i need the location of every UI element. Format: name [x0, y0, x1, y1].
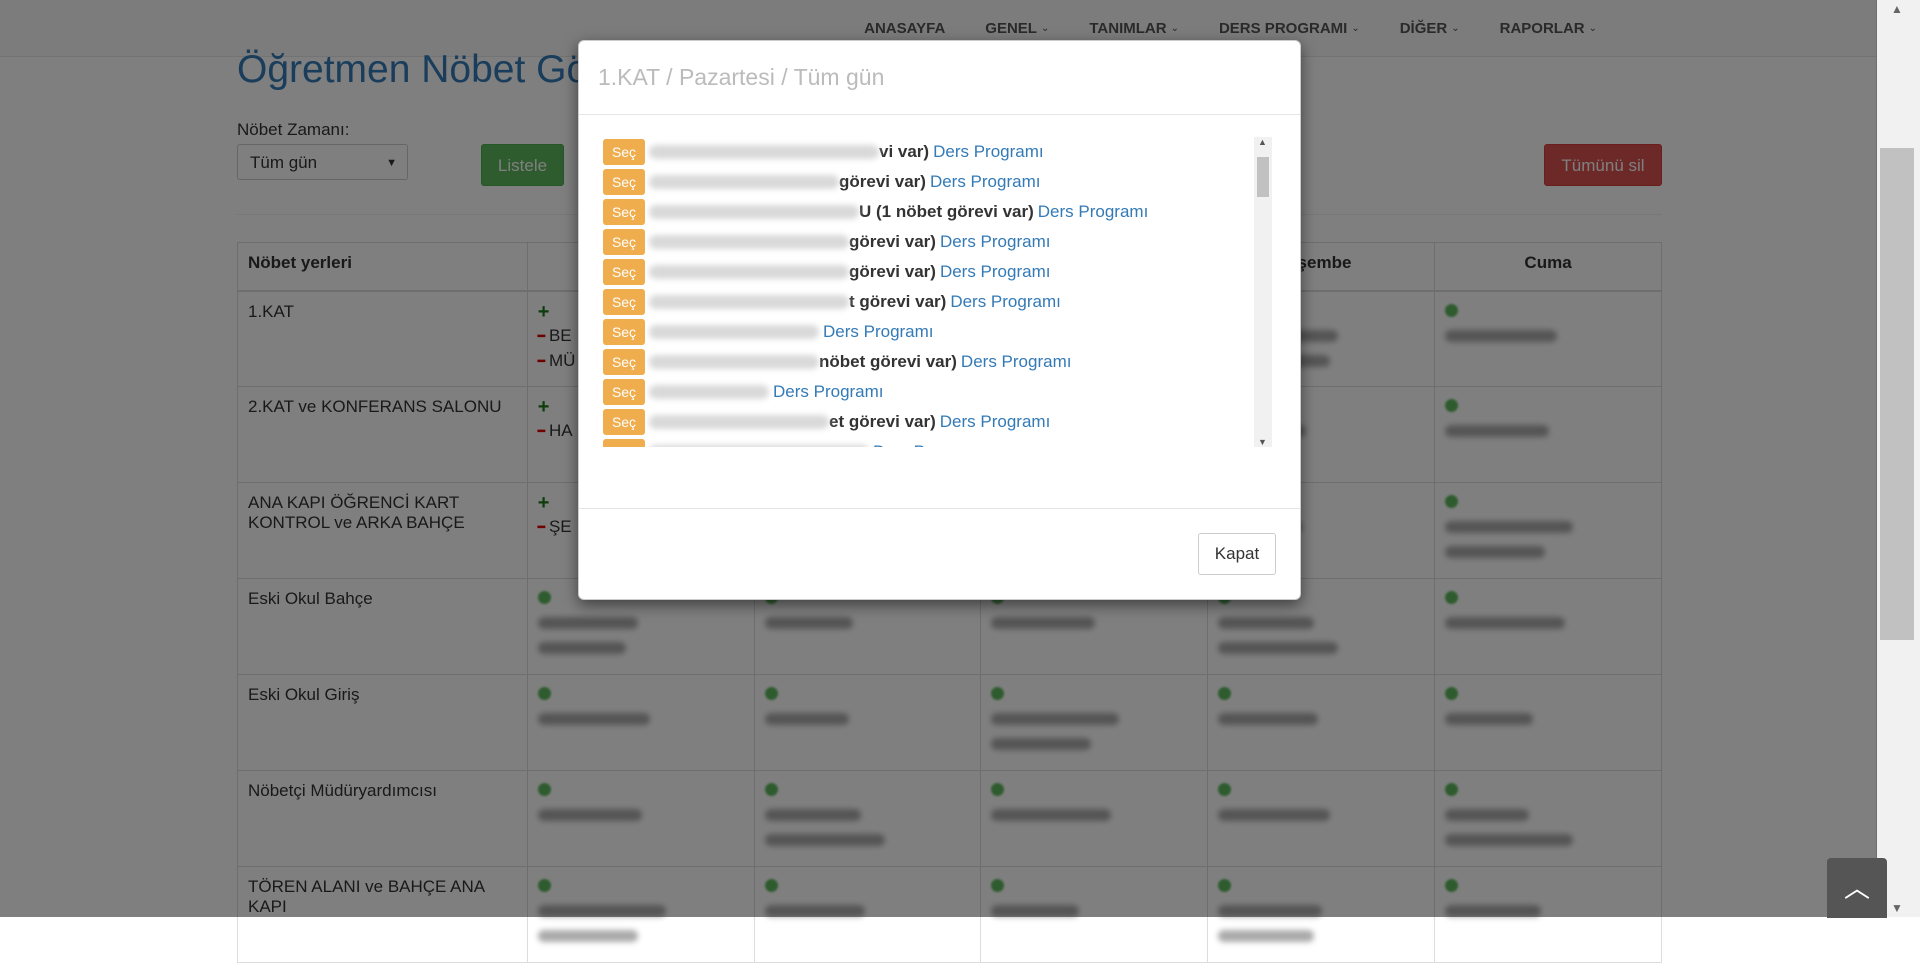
duty-count-text: görevi var) [849, 232, 936, 251]
list-scroll-up-icon[interactable]: ▲ [1258, 137, 1267, 147]
list-item: Seç Ders Programı [603, 377, 1254, 407]
ders-programi-link[interactable]: Ders Programı [773, 382, 884, 402]
select-teacher-button[interactable]: Seç [603, 409, 645, 435]
redacted-teacher-name [649, 235, 849, 249]
assigned-teacher [1218, 925, 1424, 947]
ders-programi-link[interactable]: Ders Programı [940, 262, 1051, 282]
duty-count-text: U (1 nöbet görevi var) [859, 202, 1034, 221]
list-item: Seç t görevi var) Ders Programı [603, 287, 1254, 317]
ders-programi-link[interactable]: Ders Programı [940, 232, 1051, 252]
list-scrollbar-thumb[interactable] [1257, 157, 1269, 197]
select-teacher-button[interactable]: Seç [603, 199, 645, 225]
modal-header: 1.KAT / Pazartesi / Tüm gün [579, 41, 1300, 115]
list-scrollbar[interactable]: ▲ ▼ [1254, 137, 1272, 447]
select-teacher-button[interactable]: Seç [603, 439, 645, 447]
redacted-teacher-name [649, 145, 879, 159]
teacher-select-modal: 1.KAT / Pazartesi / Tüm gün Seç vi var) De… [578, 40, 1301, 600]
list-item: Seç U (1 nöbet görevi var) Ders Programı [603, 197, 1254, 227]
list-item: Seç vi var) Ders Programı [603, 137, 1254, 167]
select-teacher-button[interactable]: Seç [603, 169, 645, 195]
modal-footer: Kapat [579, 509, 1300, 599]
duty-count-text: nöbet görevi var) [819, 352, 957, 371]
redacted-teacher-name [649, 295, 849, 309]
redacted-teacher-name [537, 930, 638, 942]
modal-body: Seç vi var) Ders Programı Seç görevi var) Der… [579, 115, 1300, 509]
ders-programi-link[interactable]: Ders Programı [823, 322, 934, 342]
scroll-to-top-button[interactable]: ︿ [1827, 858, 1887, 918]
page-scrollbar[interactable]: ▲ ▼ [1876, 0, 1920, 917]
duty-count-text: görevi var) [839, 172, 926, 191]
duty-count-text: görevi var) [849, 262, 936, 281]
duty-count-text: vi var) [879, 142, 930, 161]
list-item: Seç Ders Programı [603, 317, 1254, 347]
duty-count-text: et görevi var) [829, 412, 936, 431]
redacted-teacher-name [649, 205, 859, 219]
close-button[interactable]: Kapat [1198, 533, 1276, 575]
select-teacher-button[interactable]: Seç [603, 319, 645, 345]
select-teacher-button[interactable]: Seç [603, 259, 645, 285]
chevron-up-icon: ︿ [1843, 873, 1870, 903]
teacher-list[interactable]: Seç vi var) Ders Programı Seç görevi var) Der… [603, 137, 1254, 447]
redacted-teacher-name [649, 385, 769, 399]
select-teacher-button[interactable]: Seç [603, 139, 645, 165]
assigned-teacher [537, 925, 744, 947]
list-item: Seç görevi var) Ders Programı [603, 167, 1254, 197]
list-item: Seç görevi var) Ders Programı [603, 257, 1254, 287]
scroll-up-icon[interactable]: ▲ [1891, 2, 1903, 16]
select-teacher-button[interactable]: Seç [603, 229, 645, 255]
ders-programi-link[interactable]: Ders Programı [1038, 202, 1149, 222]
duty-count-text: t görevi var) [849, 292, 947, 311]
select-teacher-button[interactable]: Seç [603, 349, 645, 375]
redacted-teacher-name [1218, 930, 1315, 942]
ders-programi-link[interactable]: Ders Programı [933, 142, 1044, 162]
redacted-teacher-name [649, 415, 829, 429]
select-teacher-button[interactable]: Seç [603, 289, 645, 315]
list-scroll-down-icon[interactable]: ▼ [1258, 437, 1267, 447]
scrollbar-thumb[interactable] [1880, 148, 1914, 640]
list-item: Seç nöbet görevi var) Ders Programı [603, 347, 1254, 377]
redacted-teacher-name [649, 175, 839, 189]
ders-programi-link[interactable]: Ders Programı [940, 412, 1051, 432]
redacted-teacher-name [649, 325, 819, 339]
modal-title: 1.KAT / Pazartesi / Tüm gün [598, 64, 885, 90]
list-item: Seç et görevi var) Ders Programı [603, 407, 1254, 437]
redacted-teacher-name [649, 355, 819, 369]
redacted-teacher-name [649, 445, 869, 447]
scroll-down-icon[interactable]: ▼ [1891, 901, 1903, 915]
ders-programi-link[interactable]: Ders Programı [930, 172, 1041, 192]
ders-programi-link[interactable]: Ders Programı [873, 442, 984, 447]
ders-programi-link[interactable]: Ders Programı [961, 352, 1072, 372]
list-item: Seç görevi var) Ders Programı [603, 227, 1254, 257]
redacted-teacher-name [649, 265, 849, 279]
list-item: Seç Ders Programı [603, 437, 1254, 447]
ders-programi-link[interactable]: Ders Programı [950, 292, 1061, 312]
select-teacher-button[interactable]: Seç [603, 379, 645, 405]
